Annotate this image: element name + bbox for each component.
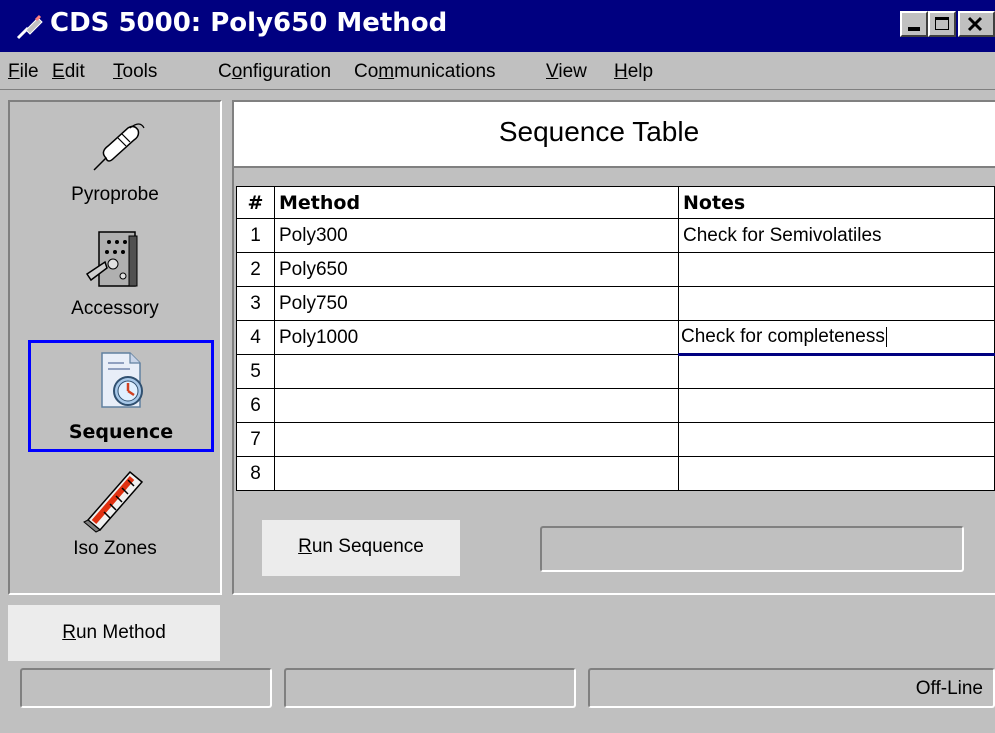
menu-view[interactable]: View xyxy=(546,61,587,83)
pyroprobe-icon xyxy=(16,14,43,40)
sequence-progress-field xyxy=(540,526,964,572)
page-title: Sequence Table xyxy=(498,116,700,147)
run-sequence-button[interactable]: Run Sequence xyxy=(262,520,460,576)
notes-cell[interactable] xyxy=(678,354,995,389)
table-row[interactable]: 4 Poly1000 Check for completeness xyxy=(236,320,995,356)
notes-cell[interactable] xyxy=(678,456,995,491)
row-number: 8 xyxy=(236,456,275,491)
row-number: 7 xyxy=(236,422,275,457)
notes-cell[interactable] xyxy=(678,388,995,423)
method-cell[interactable]: Poly300 xyxy=(274,218,679,253)
run-method-button[interactable]: Run Method xyxy=(8,605,220,661)
sequence-table: # Method Notes 1 Poly300 Check for Semiv… xyxy=(236,186,995,491)
method-cell[interactable]: Poly750 xyxy=(274,286,679,321)
connection-status: Off-Line xyxy=(588,668,995,708)
notes-cell[interactable] xyxy=(678,286,995,321)
notes-cell[interactable]: Check for Semivolatiles xyxy=(678,218,995,253)
menu-tools[interactable]: Tools xyxy=(113,61,157,83)
table-row[interactable]: 2 Poly650 xyxy=(236,252,995,287)
row-number: 5 xyxy=(236,354,275,389)
navigation-panel: Pyroprobe Accessory Sequence Iso Zones xyxy=(8,100,222,595)
method-cell[interactable]: Poly650 xyxy=(274,252,679,287)
nav-label: Iso Zones xyxy=(73,538,157,559)
method-cell[interactable] xyxy=(274,456,679,491)
sequence-icon xyxy=(101,352,143,408)
row-number: 1 xyxy=(236,218,275,253)
pyroprobe-icon xyxy=(93,123,145,171)
column-header-method: Method xyxy=(274,186,679,219)
row-number: 2 xyxy=(236,252,275,287)
nav-item-pyroprobe[interactable]: Pyroprobe xyxy=(10,112,220,206)
nav-label: Accessory xyxy=(71,298,159,319)
nav-item-sequence[interactable]: Sequence xyxy=(28,340,214,452)
table-row[interactable]: 3 Poly750 xyxy=(236,286,995,321)
sequence-header: Sequence Table xyxy=(234,102,995,168)
row-number: 6 xyxy=(236,388,275,423)
menu-file[interactable]: File xyxy=(8,61,39,83)
maximize-icon xyxy=(935,17,949,30)
method-cell[interactable]: Poly1000 xyxy=(274,320,679,355)
method-cell[interactable] xyxy=(274,422,679,457)
notes-cell[interactable] xyxy=(678,422,995,457)
status-field-2 xyxy=(284,668,576,708)
nav-label: Pyroprobe xyxy=(71,184,159,205)
iso-zones-icon xyxy=(83,470,144,533)
menu-edit[interactable]: Edit xyxy=(52,61,85,83)
nav-item-iso-zones[interactable]: Iso Zones xyxy=(10,464,220,560)
nav-label: Sequence xyxy=(68,421,174,443)
column-header-notes: Notes xyxy=(678,186,995,219)
status-field-1 xyxy=(20,668,272,708)
maximize-button[interactable] xyxy=(928,11,956,37)
table-row[interactable]: 8 xyxy=(236,456,995,491)
close-button[interactable] xyxy=(958,11,995,37)
table-row[interactable]: 7 xyxy=(236,422,995,457)
row-number: 3 xyxy=(236,286,275,321)
menu-help[interactable]: Help xyxy=(614,61,653,83)
menu-configuration[interactable]: Configuration xyxy=(218,61,331,83)
menu-communications[interactable]: Communications xyxy=(354,61,496,83)
table-row[interactable]: 1 Poly300 Check for Semivolatiles xyxy=(236,218,995,253)
row-number: 4 xyxy=(236,320,275,355)
minimize-button[interactable] xyxy=(900,11,928,37)
nav-item-accessory[interactable]: Accessory xyxy=(10,226,220,320)
notes-edit-text[interactable]: Check for completeness xyxy=(681,326,885,347)
minimize-icon xyxy=(908,27,920,31)
column-header-number: # xyxy=(236,186,275,219)
method-cell[interactable] xyxy=(274,354,679,389)
sequence-panel: Sequence Table # Method Notes 1 Poly300 … xyxy=(232,100,995,595)
window-title: CDS 5000: Poly650 Method xyxy=(50,8,448,38)
table-header-row: # Method Notes xyxy=(236,186,995,219)
table-row[interactable]: 5 xyxy=(236,354,995,389)
table-row[interactable]: 6 xyxy=(236,388,995,423)
notes-cell[interactable] xyxy=(678,252,995,287)
text-caret xyxy=(885,326,887,347)
method-cell[interactable] xyxy=(274,388,679,423)
accessory-icon xyxy=(85,231,138,287)
menu-bar: File Edit Tools Configuration Communicat… xyxy=(0,52,995,90)
close-icon xyxy=(967,16,983,32)
title-bar[interactable]: CDS 5000: Poly650 Method xyxy=(0,0,995,52)
notes-cell-editing[interactable]: Check for completeness xyxy=(678,320,995,356)
